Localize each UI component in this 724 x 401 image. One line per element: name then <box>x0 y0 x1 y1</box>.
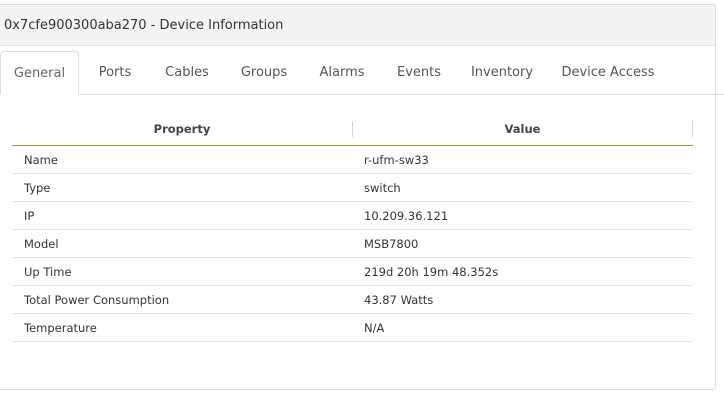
tab-events[interactable]: Events <box>389 51 449 94</box>
property-value: 43.87 Watts <box>364 292 434 307</box>
property-value: r-ufm-sw33 <box>364 152 429 167</box>
property-value: 10.209.36.121 <box>364 208 449 223</box>
property-value: 219d 20h 19m 48.352s <box>364 264 499 279</box>
property-name: Total Power Consumption <box>24 292 170 307</box>
tab-inventory[interactable]: Inventory <box>464 51 540 94</box>
property-name: Temperature <box>24 320 97 335</box>
property-value: N/A <box>364 320 385 335</box>
property-name: Model <box>24 236 59 251</box>
property-name: Type <box>24 180 51 195</box>
table-header: Property Value <box>12 113 693 146</box>
table-row: IP 10.209.36.121 <box>12 202 693 230</box>
property-value: switch <box>364 180 401 195</box>
property-value: MSB7800 <box>364 236 419 251</box>
property-name: Up Time <box>24 264 72 279</box>
property-name: Name <box>24 152 58 167</box>
properties-table: Property Value Name r-ufm-sw33 Type swit… <box>12 113 693 342</box>
table-row: Model MSB7800 <box>12 230 693 258</box>
table-row: Total Power Consumption 43.87 Watts <box>12 286 693 314</box>
tab-groups[interactable]: Groups <box>232 51 296 94</box>
column-resize-handle[interactable] <box>692 121 693 137</box>
table-row: Name r-ufm-sw33 <box>12 146 693 174</box>
tab-general[interactable]: General <box>0 51 79 95</box>
tab-ports[interactable]: Ports <box>87 51 143 94</box>
tab-device-access[interactable]: Device Access <box>556 51 660 94</box>
table-row: Type switch <box>12 174 693 202</box>
column-header-value[interactable]: Value <box>352 113 693 145</box>
table-row: Temperature N/A <box>12 314 693 342</box>
panel-title: 0x7cfe900300aba270 - Device Information <box>4 17 284 33</box>
table-row: Up Time 219d 20h 19m 48.352s <box>12 258 693 286</box>
tab-alarms[interactable]: Alarms <box>310 51 374 94</box>
property-name: IP <box>24 208 35 223</box>
column-header-property[interactable]: Property <box>12 113 352 145</box>
tab-cables[interactable]: Cables <box>156 51 218 94</box>
tab-bar: General Ports Cables Groups Alarms Event… <box>0 51 724 95</box>
panel-header: 0x7cfe900300aba270 - Device Information <box>0 5 715 46</box>
